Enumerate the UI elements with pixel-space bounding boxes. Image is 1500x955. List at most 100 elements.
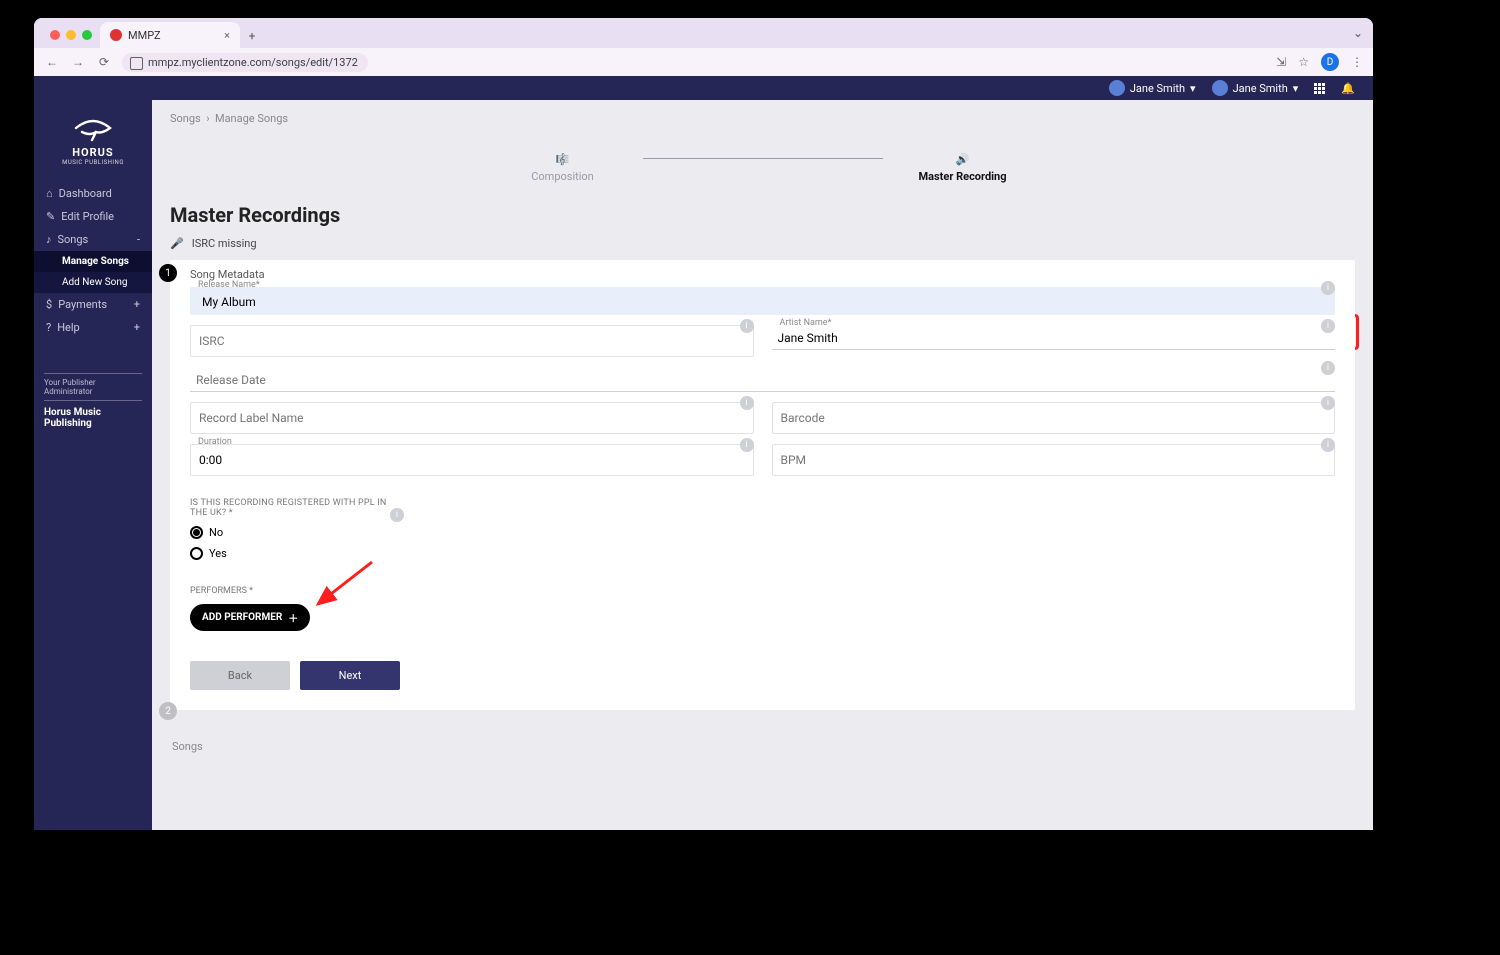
warning-text: ISRC missing (192, 237, 257, 250)
info-icon[interactable]: i (740, 438, 754, 452)
new-tab-button[interactable]: + (240, 24, 264, 48)
performers-label: PERFORMERS * (190, 586, 1335, 596)
isrc-input[interactable] (190, 325, 754, 357)
user-switcher-2[interactable]: Jane Smith ▾ (1212, 80, 1299, 96)
user-name: Jane Smith (1130, 82, 1185, 95)
barcode-input[interactable] (772, 402, 1336, 434)
music-note-icon: ♪ (46, 233, 52, 246)
app-userbar: Jane Smith ▾ Jane Smith ▾ 🔔 (34, 76, 1373, 100)
release-name-input[interactable] (196, 289, 1329, 313)
caret-down-icon: ▾ (1190, 82, 1196, 95)
field-label: Artist Name (780, 318, 832, 328)
duration-input[interactable] (190, 444, 754, 476)
help-icon: ? (46, 321, 51, 334)
nav-reload-icon[interactable]: ⟳ (96, 55, 112, 69)
maximize-window-icon[interactable] (82, 30, 92, 40)
browser-window: MMPZ × + ⌄ ← → ⟳ mmpz.myclientzone.com/s… (34, 18, 1373, 830)
release-date-input[interactable] (190, 367, 1335, 392)
minimize-window-icon[interactable] (66, 30, 76, 40)
publisher-admin-block: Your Publisher Administrator Horus Music… (34, 369, 152, 429)
info-icon[interactable]: i (740, 319, 754, 333)
sidebar-item-help[interactable]: ?Help+ (34, 316, 152, 339)
info-icon[interactable]: i (1321, 361, 1335, 375)
release-name-field[interactable]: Release Name i (190, 287, 1335, 315)
sidebar-nav: ⌂Dashboard ✎Edit Profile ♪Songs- Manage … (34, 182, 152, 339)
step-badge-2: 2 (159, 702, 177, 720)
ppl-radio-yes[interactable]: Yes (190, 547, 1335, 560)
notifications-bell-icon[interactable]: 🔔 (1341, 82, 1355, 95)
stepper-line (643, 158, 883, 159)
breadcrumb: Songs › Manage Songs (152, 100, 1373, 125)
record-label-input[interactable] (190, 402, 754, 434)
field-label: Duration (198, 437, 232, 447)
kebab-menu-icon[interactable]: ⋮ (1351, 55, 1363, 69)
song-metadata-card: 1 Song Metadata Release Name i i (170, 260, 1355, 710)
currency-icon: $ (46, 298, 52, 311)
profile-avatar[interactable]: D (1321, 53, 1339, 71)
brand-name: HORUS (34, 146, 152, 159)
user-avatar-icon (1212, 80, 1228, 96)
url-text: mmpz.myclientzone.com/songs/edit/1372 (148, 56, 358, 69)
crumb-songs[interactable]: Songs (170, 112, 201, 125)
info-icon[interactable]: i (1321, 396, 1335, 410)
install-app-icon[interactable]: ⇲ (1276, 55, 1286, 69)
sidebar-subitem-manage-songs[interactable]: Manage Songs (34, 251, 152, 272)
songs-section-header[interactable]: Songs (152, 730, 1373, 753)
browser-tab[interactable]: MMPZ × (100, 22, 240, 48)
isrc-warning: 🎤 ISRC missing (152, 233, 1373, 260)
user-avatar-icon (1109, 80, 1125, 96)
composition-icon: 🎼 (556, 153, 570, 166)
info-icon[interactable]: i (740, 396, 754, 410)
radio-icon (190, 547, 203, 560)
next-button[interactable]: Next (300, 661, 400, 690)
user-name: Jane Smith (1233, 82, 1288, 95)
page-title: Master Recordings (152, 193, 1373, 233)
tab-overflow-icon[interactable]: ⌄ (1353, 26, 1363, 40)
caret-down-icon: ▾ (1293, 82, 1299, 95)
sidebar-item-songs[interactable]: ♪Songs- (34, 228, 152, 251)
nav-back-icon[interactable]: ← (44, 55, 60, 69)
info-icon[interactable]: i (1321, 281, 1335, 295)
sidebar-item-dashboard[interactable]: ⌂Dashboard (34, 182, 152, 205)
info-icon[interactable]: i (390, 508, 404, 522)
radio-icon (190, 526, 203, 539)
brand-logo[interactable]: HORUS MUSIC PUBLISHING (34, 100, 152, 170)
user-switcher-1[interactable]: Jane Smith ▾ (1109, 80, 1196, 96)
close-window-icon[interactable] (50, 30, 60, 40)
app-root: Jane Smith ▾ Jane Smith ▾ 🔔 HORUS MUSIC … (34, 76, 1373, 830)
main-content: Songs › Manage Songs 🎼 Composition 🔊 Mas… (152, 100, 1373, 830)
step-master-recording[interactable]: 🔊 Master Recording (883, 153, 1043, 183)
info-icon[interactable]: i (1321, 438, 1335, 452)
bpm-input[interactable] (772, 444, 1336, 476)
step-composition[interactable]: 🎼 Composition (483, 153, 643, 183)
field-label: Release Name (198, 280, 260, 290)
ppl-radio-no[interactable]: No (190, 526, 1335, 539)
artist-name-input[interactable] (772, 325, 1336, 350)
sidebar-item-edit-profile[interactable]: ✎Edit Profile (34, 205, 152, 228)
plus-icon: ＋ (288, 610, 298, 625)
sidebar-subitem-add-song[interactable]: Add New Song (34, 272, 152, 293)
collapse-icon: - (137, 233, 140, 246)
microphone-icon: 🎤 (170, 237, 184, 250)
address-bar[interactable]: mmpz.myclientzone.com/songs/edit/1372 (122, 53, 368, 72)
add-performer-button[interactable]: ADD PERFORMER ＋ (190, 604, 310, 631)
apps-grid-icon[interactable] (1314, 83, 1325, 94)
admin-label: Your Publisher Administrator (44, 378, 142, 396)
crumb-manage-songs[interactable]: Manage Songs (215, 112, 288, 125)
step-badge-1: 1 (159, 264, 177, 282)
tab-title: MMPZ (128, 29, 161, 42)
nav-forward-icon: → (70, 55, 86, 69)
sidebar-item-payments[interactable]: $Payments+ (34, 293, 152, 316)
info-icon[interactable]: i (1321, 319, 1335, 333)
back-button: Back (190, 661, 290, 690)
browser-tab-strip: MMPZ × + ⌄ (34, 18, 1373, 48)
expand-icon: + (134, 321, 140, 334)
expand-icon: + (134, 298, 140, 311)
user-edit-icon: ✎ (46, 210, 55, 223)
brand-subtitle: MUSIC PUBLISHING (34, 159, 152, 166)
wizard-stepper: 🎼 Composition 🔊 Master Recording (152, 153, 1373, 183)
bookmark-star-icon[interactable]: ☆ (1298, 55, 1309, 69)
tab-close-icon[interactable]: × (224, 29, 230, 42)
browser-toolbar: ← → ⟳ mmpz.myclientzone.com/songs/edit/1… (34, 48, 1373, 76)
horus-eye-icon (72, 114, 114, 142)
